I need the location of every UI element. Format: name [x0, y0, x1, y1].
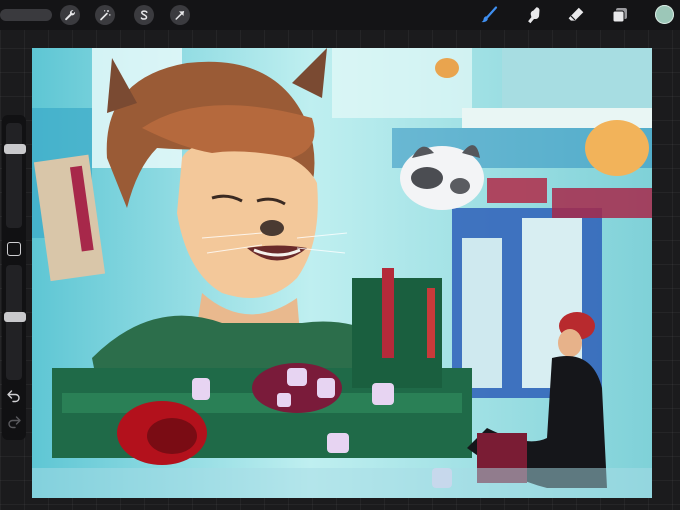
eraser-icon [568, 7, 584, 21]
brush-icon [481, 6, 498, 23]
color-picker-button[interactable] [655, 5, 674, 24]
undo-icon[interactable] [6, 389, 22, 403]
magic-wand-icon [100, 10, 111, 21]
actions-button[interactable] [60, 5, 80, 25]
modify-button[interactable] [7, 242, 21, 256]
top-toolbar [0, 0, 680, 30]
selection-icon [140, 10, 148, 20]
brush-size-thumb[interactable] [4, 144, 26, 154]
eraser-button[interactable] [565, 4, 587, 26]
gallery-button[interactable] [0, 9, 52, 21]
artwork [32, 48, 652, 498]
selection-button[interactable] [134, 5, 154, 25]
opacity-thumb[interactable] [4, 312, 26, 322]
brush-button[interactable] [478, 4, 500, 26]
redo-icon[interactable] [6, 415, 22, 429]
transform-button[interactable] [170, 5, 190, 25]
wrench-icon [65, 10, 76, 21]
sidebar [2, 115, 26, 440]
brush-size-slider[interactable] [4, 123, 26, 228]
drawing-canvas[interactable] [32, 48, 652, 498]
smudge-button[interactable] [523, 4, 545, 26]
smudge-icon [528, 7, 540, 24]
opacity-slider[interactable] [4, 265, 26, 380]
layers-button[interactable] [609, 4, 631, 26]
adjustments-button[interactable] [95, 5, 115, 25]
lamp [585, 120, 649, 176]
transform-arrow-icon [175, 11, 185, 20]
layers-icon [612, 8, 627, 23]
